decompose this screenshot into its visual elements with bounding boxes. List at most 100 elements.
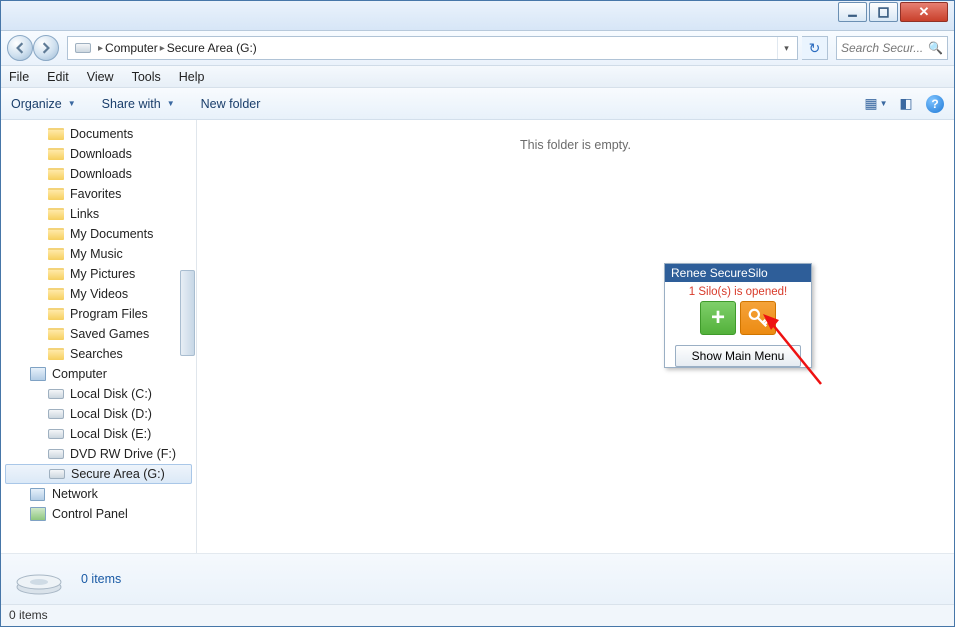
tree-item-links[interactable]: Links	[1, 204, 196, 224]
drive-icon	[47, 447, 64, 462]
drive-large-icon	[15, 562, 63, 596]
organize-button[interactable]: Organize▼	[11, 97, 76, 111]
tree-item-program-files[interactable]: Program Files	[1, 304, 196, 324]
view-options-button[interactable]: ▦▼	[866, 94, 886, 114]
tree-item-label: Program Files	[70, 307, 148, 321]
folder-icon	[47, 347, 64, 362]
tree-item-computer[interactable]: Computer	[1, 364, 196, 384]
tree-item-label: DVD RW Drive (F:)	[70, 447, 176, 461]
toolbar-right: ▦▼ ◧ ?	[866, 94, 944, 114]
tree-item-label: My Music	[70, 247, 123, 261]
key-icon	[747, 307, 769, 329]
status-bar: 0 items	[1, 604, 954, 626]
tree-item-label: Searches	[70, 347, 123, 361]
folder-icon	[47, 147, 64, 162]
forward-button[interactable]	[33, 35, 59, 61]
tree-item-label: Links	[70, 207, 99, 221]
breadcrumb-computer[interactable]: Computer	[105, 41, 158, 55]
popup-buttons: +	[671, 301, 805, 335]
details-item-count: 0 items	[81, 572, 121, 586]
menu-view[interactable]: View	[87, 70, 114, 84]
menu-edit[interactable]: Edit	[47, 70, 69, 84]
tree-item-my-pictures[interactable]: My Pictures	[1, 264, 196, 284]
tree-item-searches[interactable]: Searches	[1, 344, 196, 364]
tree-item-label: Local Disk (D:)	[70, 407, 152, 421]
share-with-button[interactable]: Share with▼	[102, 97, 175, 111]
tree-item-label: Documents	[70, 127, 133, 141]
menu-file[interactable]: File	[9, 70, 29, 84]
folder-icon	[47, 187, 64, 202]
tree-item-label: Downloads	[70, 167, 132, 181]
nav-tree[interactable]: Documents Downloads Downloads Favorites Link…	[1, 120, 197, 553]
plus-icon: +	[711, 304, 725, 332]
window-controls: ✕	[838, 2, 948, 22]
breadcrumb-secure-area[interactable]: Secure Area (G:)	[167, 41, 257, 55]
folder-icon	[47, 287, 64, 302]
back-button[interactable]	[7, 35, 33, 61]
folder-icon	[47, 127, 64, 142]
status-text: 0 items	[9, 608, 48, 622]
minimize-button[interactable]	[838, 2, 867, 22]
toolbar: Organize▼ Share with▼ New folder ▦▼ ◧ ?	[1, 88, 954, 120]
main-area: Documents Downloads Downloads Favorites Link…	[1, 120, 954, 553]
chevron-down-icon: ▼	[167, 99, 175, 108]
tree-item-label: My Pictures	[70, 267, 135, 281]
unlock-silo-button[interactable]	[740, 301, 776, 335]
folder-icon	[47, 227, 64, 242]
tree-item-label: My Videos	[70, 287, 128, 301]
menu-tools[interactable]: Tools	[132, 70, 161, 84]
content-pane[interactable]: This folder is empty.	[197, 120, 954, 553]
tree-item-my-videos[interactable]: My Videos	[1, 284, 196, 304]
preview-pane-button[interactable]: ◧	[896, 94, 916, 114]
tree-item-downloads[interactable]: Downloads	[1, 144, 196, 164]
close-button[interactable]: ✕	[900, 2, 948, 22]
tree-item-label: Computer	[52, 367, 107, 381]
tree-item-documents[interactable]: Documents	[1, 124, 196, 144]
tree-item-dvd-rw-drive-f-[interactable]: DVD RW Drive (F:)	[1, 444, 196, 464]
drive-icon	[47, 427, 64, 442]
chevron-right-icon: ▸	[158, 43, 167, 54]
tree-item-my-music[interactable]: My Music	[1, 244, 196, 264]
add-silo-button[interactable]: +	[700, 301, 736, 335]
scrollbar-thumb[interactable]	[180, 270, 195, 356]
folder-icon	[47, 167, 64, 182]
tree-item-local-disk-d-[interactable]: Local Disk (D:)	[1, 404, 196, 424]
address-dropdown[interactable]: ▾	[777, 37, 795, 59]
maximize-button[interactable]	[869, 2, 898, 22]
tree-item-network[interactable]: Network	[1, 484, 196, 504]
tree-item-favorites[interactable]: Favorites	[1, 184, 196, 204]
new-folder-button[interactable]: New folder	[201, 97, 261, 111]
popup-title: Renee SecureSilo	[665, 264, 811, 282]
tree-item-local-disk-e-[interactable]: Local Disk (E:)	[1, 424, 196, 444]
tree-item-downloads[interactable]: Downloads	[1, 164, 196, 184]
menu-help[interactable]: Help	[179, 70, 205, 84]
folder-icon	[47, 247, 64, 262]
drive-icon	[74, 39, 92, 57]
show-main-menu-button[interactable]: Show Main Menu	[675, 345, 801, 367]
tree-item-my-documents[interactable]: My Documents	[1, 224, 196, 244]
folder-icon	[47, 267, 64, 282]
help-button[interactable]: ?	[926, 95, 944, 113]
tree-item-control-panel[interactable]: Control Panel	[1, 504, 196, 524]
tree-item-secure-area-g-[interactable]: Secure Area (G:)	[5, 464, 192, 484]
tree-item-label: Downloads	[70, 147, 132, 161]
control-panel-icon	[29, 507, 46, 522]
tree-item-local-disk-c-[interactable]: Local Disk (C:)	[1, 384, 196, 404]
refresh-button[interactable]: ↻	[802, 36, 828, 60]
search-icon: 🔍	[928, 41, 943, 55]
titlebar: ✕	[1, 1, 954, 31]
empty-folder-message: This folder is empty.	[520, 138, 631, 152]
popup-body: 1 Silo(s) is opened! +	[665, 282, 811, 341]
drive-icon	[47, 387, 64, 402]
tree-item-saved-games[interactable]: Saved Games	[1, 324, 196, 344]
silo-status: 1 Silo(s) is opened!	[671, 286, 805, 298]
securesilo-popup: Renee SecureSilo 1 Silo(s) is opened! + …	[664, 263, 812, 368]
search-input[interactable]: Search Secur... 🔍	[836, 36, 948, 60]
tree-item-label: Local Disk (E:)	[70, 427, 151, 441]
tree-item-label: Local Disk (C:)	[70, 387, 152, 401]
folder-icon	[47, 327, 64, 342]
drive-icon	[48, 467, 65, 482]
explorer-window: ✕ ▸ Computer ▸ Secure Area (G:) ▾ ↻ Sear…	[0, 0, 955, 627]
computer-icon	[29, 367, 46, 382]
address-bar[interactable]: ▸ Computer ▸ Secure Area (G:) ▾	[67, 36, 798, 60]
